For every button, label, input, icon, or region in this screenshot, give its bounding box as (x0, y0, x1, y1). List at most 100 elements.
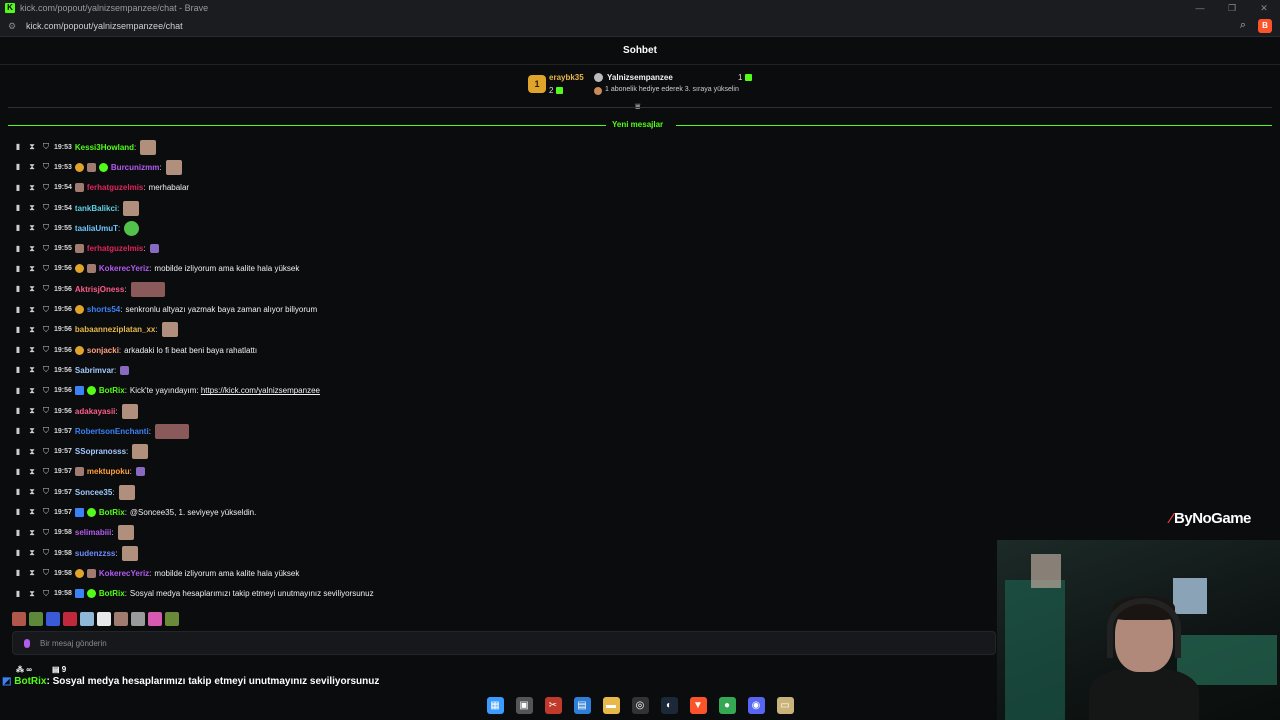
delete-icon[interactable]: ▮ (14, 183, 22, 193)
delete-icon[interactable]: ▮ (14, 345, 22, 355)
ban-icon[interactable]: ⛉ (42, 305, 50, 315)
message-link[interactable]: https://kick.com/yalnizsempanzee (201, 386, 320, 395)
delete-icon[interactable]: ▮ (14, 325, 22, 335)
delete-icon[interactable]: ▮ (14, 203, 22, 213)
search-icon[interactable]: ⌕ (1240, 19, 1246, 32)
delete-icon[interactable]: ▮ (14, 365, 22, 375)
message-username[interactable]: KokerecYeriz (99, 264, 149, 273)
timeout-icon[interactable]: ⧗ (28, 426, 36, 436)
emote-button[interactable] (148, 612, 162, 626)
timeout-icon[interactable]: ⧗ (28, 142, 36, 152)
delete-icon[interactable]: ▮ (14, 244, 22, 254)
brave-shields-icon[interactable]: B (1258, 19, 1272, 33)
message-username[interactable]: SSopranosss (75, 447, 126, 456)
emote-button[interactable] (29, 612, 43, 626)
ban-icon[interactable]: ⛉ (42, 345, 50, 355)
delete-icon[interactable]: ▮ (14, 548, 22, 558)
message-username[interactable]: BotRix (99, 386, 125, 395)
message-username[interactable]: ferhatguzelmis (87, 244, 143, 253)
notepad-icon[interactable]: ▭ (776, 696, 794, 714)
message-username[interactable]: Burcunizmm (111, 163, 159, 172)
delete-icon[interactable]: ▮ (14, 589, 22, 599)
delete-icon[interactable]: ▮ (14, 447, 22, 457)
timeout-icon[interactable]: ⧗ (28, 548, 36, 558)
ban-icon[interactable]: ⛉ (42, 223, 50, 233)
streamer-name[interactable]: Yalnizsempanzee (607, 73, 673, 82)
delete-icon[interactable]: ▮ (14, 284, 22, 294)
timeout-icon[interactable]: ⧗ (28, 244, 36, 254)
file-explorer-icon[interactable]: ▬ (602, 696, 620, 714)
timeout-icon[interactable]: ⧗ (28, 325, 36, 335)
delete-icon[interactable]: ▮ (14, 305, 22, 315)
timeout-icon[interactable]: ⧗ (28, 305, 36, 315)
timeout-icon[interactable]: ⧗ (28, 386, 36, 396)
timeout-icon[interactable]: ⧗ (28, 183, 36, 193)
emote-button[interactable] (63, 612, 77, 626)
discord-icon[interactable]: ◉ (747, 696, 765, 714)
timeout-icon[interactable]: ⧗ (28, 284, 36, 294)
message-username[interactable]: mektupoku (87, 467, 130, 476)
delete-icon[interactable]: ▮ (14, 264, 22, 274)
timeout-icon[interactable]: ⧗ (28, 589, 36, 599)
ban-icon[interactable]: ⛉ (42, 589, 50, 599)
top-gifter-name[interactable]: eraybk35 (549, 73, 584, 82)
ban-icon[interactable]: ⛉ (42, 568, 50, 578)
photos-icon[interactable]: ▤ (573, 696, 591, 714)
steam-icon[interactable]: ◐ (660, 696, 678, 714)
emote-button[interactable] (46, 612, 60, 626)
emote-button[interactable] (114, 612, 128, 626)
delete-icon[interactable]: ▮ (14, 223, 22, 233)
close-icon[interactable]: ✕ (1248, 0, 1280, 16)
brave-icon[interactable]: ▼ (689, 696, 707, 714)
message-username[interactable]: Sabrimvar (75, 366, 114, 375)
message-username[interactable]: sonjacki (87, 346, 119, 355)
timeout-icon[interactable]: ⧗ (28, 365, 36, 375)
timeout-icon[interactable]: ⧗ (28, 447, 36, 457)
emote-button[interactable] (80, 612, 94, 626)
message-username[interactable]: Kessi3Howland (75, 143, 134, 152)
timeout-icon[interactable]: ⧗ (28, 487, 36, 497)
delete-icon[interactable]: ▮ (14, 406, 22, 416)
message-username[interactable]: shorts54 (87, 305, 120, 314)
ban-icon[interactable]: ⛉ (42, 162, 50, 172)
message-username[interactable]: RobertsonEnchanti (75, 427, 149, 436)
emote-button[interactable] (131, 612, 145, 626)
ban-icon[interactable]: ⛉ (42, 467, 50, 477)
message-username[interactable]: sudenzzss (75, 549, 115, 558)
ban-icon[interactable]: ⛉ (42, 264, 50, 274)
emote-button[interactable] (12, 612, 26, 626)
delete-icon[interactable]: ▮ (14, 142, 22, 152)
delete-icon[interactable]: ▮ (14, 528, 22, 538)
message-username[interactable]: AktrisjOness (75, 285, 124, 294)
ban-icon[interactable]: ⛉ (42, 183, 50, 193)
obs-icon[interactable]: ◎ (631, 696, 649, 714)
ban-icon[interactable]: ⛉ (42, 487, 50, 497)
emote-button[interactable] (165, 612, 179, 626)
ban-icon[interactable]: ⛉ (42, 284, 50, 294)
delete-icon[interactable]: ▮ (14, 162, 22, 172)
delete-icon[interactable]: ▮ (14, 568, 22, 578)
ban-icon[interactable]: ⛉ (42, 426, 50, 436)
message-username[interactable]: BotRix (99, 508, 125, 517)
new-messages-label[interactable]: Yeni mesajlar (612, 120, 663, 129)
message-username[interactable]: babaanneziplatan_xx (75, 325, 155, 334)
ban-icon[interactable]: ⛉ (42, 365, 50, 375)
ban-icon[interactable]: ⛉ (42, 203, 50, 213)
ban-icon[interactable]: ⛉ (42, 507, 50, 517)
message-username[interactable]: tankBalikci (75, 204, 117, 213)
ban-icon[interactable]: ⛉ (42, 406, 50, 416)
timeout-icon[interactable]: ⧗ (28, 223, 36, 233)
message-username[interactable]: adakayasii (75, 407, 115, 416)
emote-button[interactable] (97, 612, 111, 626)
ban-icon[interactable]: ⛉ (42, 142, 50, 152)
chat-message-input[interactable] (40, 638, 940, 648)
message-username[interactable]: selimabiii (75, 528, 111, 537)
delete-icon[interactable]: ▮ (14, 386, 22, 396)
timeout-icon[interactable]: ⧗ (28, 162, 36, 172)
message-username[interactable]: BotRix (99, 589, 125, 598)
delete-icon[interactable]: ▮ (14, 467, 22, 477)
task-view-icon[interactable]: ▣ (515, 696, 533, 714)
timeout-icon[interactable]: ⧗ (28, 406, 36, 416)
restore-icon[interactable]: ❐ (1216, 0, 1248, 16)
chrome-icon[interactable]: ● (718, 696, 736, 714)
